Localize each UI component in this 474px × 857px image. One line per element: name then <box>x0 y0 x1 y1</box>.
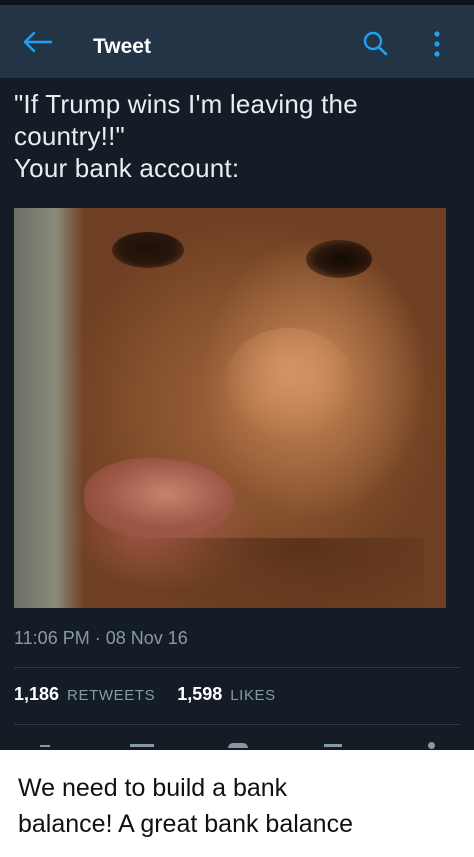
tweet-text: "If Trump wins I'm leaving the country!!… <box>14 88 454 184</box>
divider <box>14 724 460 725</box>
tweet-text-line: "If Trump wins I'm leaving the <box>14 89 358 119</box>
reply-icon <box>40 745 50 747</box>
page-title: Tweet <box>93 35 151 58</box>
more-vertical-icon <box>434 31 440 57</box>
photo-face-detail <box>84 458 234 538</box>
search-icon <box>363 31 388 56</box>
retweet-button[interactable] <box>128 736 158 750</box>
tweet-stats: 1,186 RETWEETS 1,598 LIKES <box>14 684 276 705</box>
tweet-text-line: Your bank account: <box>14 153 240 183</box>
photo-face-detail <box>306 240 372 278</box>
message-icon <box>324 744 342 747</box>
tweet-photo[interactable] <box>14 208 446 608</box>
share-button[interactable] <box>416 736 446 750</box>
retweets-count[interactable]: 1,186 <box>14 684 59 705</box>
caption-line: We need to build a bank <box>18 774 288 802</box>
retweet-icon <box>130 744 154 747</box>
more-options-button[interactable] <box>424 27 450 61</box>
likes-count[interactable]: 1,598 <box>177 684 222 705</box>
back-button[interactable] <box>20 27 56 57</box>
retweets-label[interactable]: RETWEETS <box>67 687 155 704</box>
tweet-action-bar <box>0 736 474 750</box>
heart-icon <box>228 743 248 748</box>
dm-button[interactable] <box>318 736 348 750</box>
share-icon <box>428 742 435 749</box>
like-button[interactable] <box>222 736 252 750</box>
likes-label[interactable]: LIKES <box>230 687 276 704</box>
divider <box>14 667 460 668</box>
tweet-timestamp[interactable]: 11:06 PM · 08 Nov 16 <box>14 628 188 649</box>
photo-face-detail <box>124 538 424 608</box>
photo-background <box>14 208 84 608</box>
photo-face-detail <box>224 328 354 438</box>
arrow-left-icon <box>23 31 53 53</box>
search-button[interactable] <box>358 27 392 61</box>
tweet-text-line: country!!" <box>14 121 125 151</box>
twitter-screen: Tweet "If Trump wins I'm leaving the cou… <box>0 0 474 750</box>
app-header: Tweet <box>0 5 474 78</box>
meme-caption: We need to build a bank balance! A great… <box>18 770 468 842</box>
caption-line: balance! A great bank balance <box>18 810 353 838</box>
photo-face-detail <box>112 232 184 268</box>
reply-button[interactable] <box>32 736 62 750</box>
